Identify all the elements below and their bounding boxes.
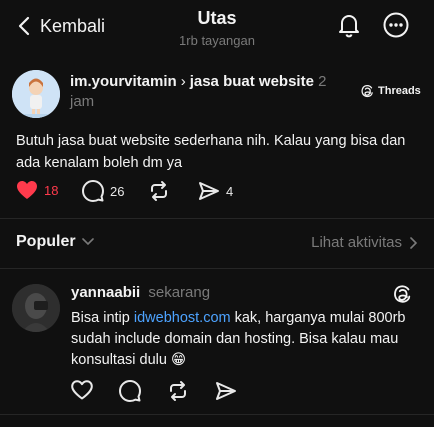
threads-logo-icon [394,285,411,303]
share-count: 4 [226,183,234,199]
reply-text-before: Bisa intip [71,310,134,326]
reply-actions [71,380,271,404]
threads-logo-icon [361,85,373,98]
notification-button[interactable] [336,12,362,38]
heart-filled-icon [17,181,37,199]
like-count: 18 [44,182,59,198]
post-username[interactable]: im.yourvitamin [70,73,177,90]
reply-share-button[interactable] [215,380,237,407]
like-button[interactable]: 18 [16,180,58,200]
send-icon [199,182,219,200]
threads-badge-label: Threads [378,85,421,97]
divider [0,268,434,269]
reply-body: Bisa intip idwebhost.com kak, harganya m… [71,308,421,371]
reply-threads-badge[interactable] [392,284,412,304]
reply-count: 26 [110,183,125,199]
repost-button[interactable] [148,180,170,202]
comment-icon [119,380,141,402]
reply-link[interactable]: idwebhost.com [134,310,231,326]
reply-time: sekarang [148,284,211,301]
divider [0,218,434,219]
send-icon [216,382,236,400]
sort-dropdown[interactable]: Populer [16,233,94,251]
more-options-button[interactable] [383,12,409,38]
chevron-down-icon [81,238,94,246]
post-time-unit: jam [70,93,95,110]
more-horizontal-icon [383,12,409,38]
post-topic[interactable]: jasa buat website [190,73,314,90]
comment-icon [82,180,104,202]
back-button[interactable]: Kembali [18,14,105,38]
profile-illustration-icon [12,70,60,118]
chevron-right-icon [410,236,418,249]
post-header: im.yourvitamin › jasa buat website 2 jam [70,72,360,112]
view-activity-label: Lihat aktivitas [311,234,402,251]
chevron-left-icon [18,16,30,36]
topic-separator: › [180,73,186,90]
reply-header: yannaabii sekarang [71,284,210,301]
repost-icon [170,381,186,401]
post-actions: 18 26 4 [16,180,416,204]
reply-comment-button[interactable] [119,380,141,407]
divider [0,414,434,415]
reply-avatar[interactable] [12,284,60,332]
back-label: Kembali [40,15,106,36]
reply-repost-button[interactable] [167,380,189,407]
reply-username[interactable]: yannaabii [71,284,140,301]
view-activity-link[interactable]: Lihat aktivitas [311,234,418,251]
avatar[interactable] [12,70,60,118]
heart-icon [71,380,93,400]
threads-badge[interactable]: Threads [360,84,421,98]
post-time-value: 2 [318,73,327,90]
bell-icon [339,15,359,38]
reply-button[interactable]: 26 [82,180,124,202]
sort-bar: Populer Lihat aktivitas [0,230,434,256]
post-body: Butuh jasa buat website sederhana nih. K… [16,133,406,171]
sort-label: Populer [16,233,76,250]
repost-icon [151,181,167,201]
share-button[interactable]: 4 [198,180,233,202]
profile-photo-icon [12,284,60,332]
reply-like-button[interactable] [71,380,93,405]
top-bar: Kembali Utas 1rb tayangan [0,0,434,56]
